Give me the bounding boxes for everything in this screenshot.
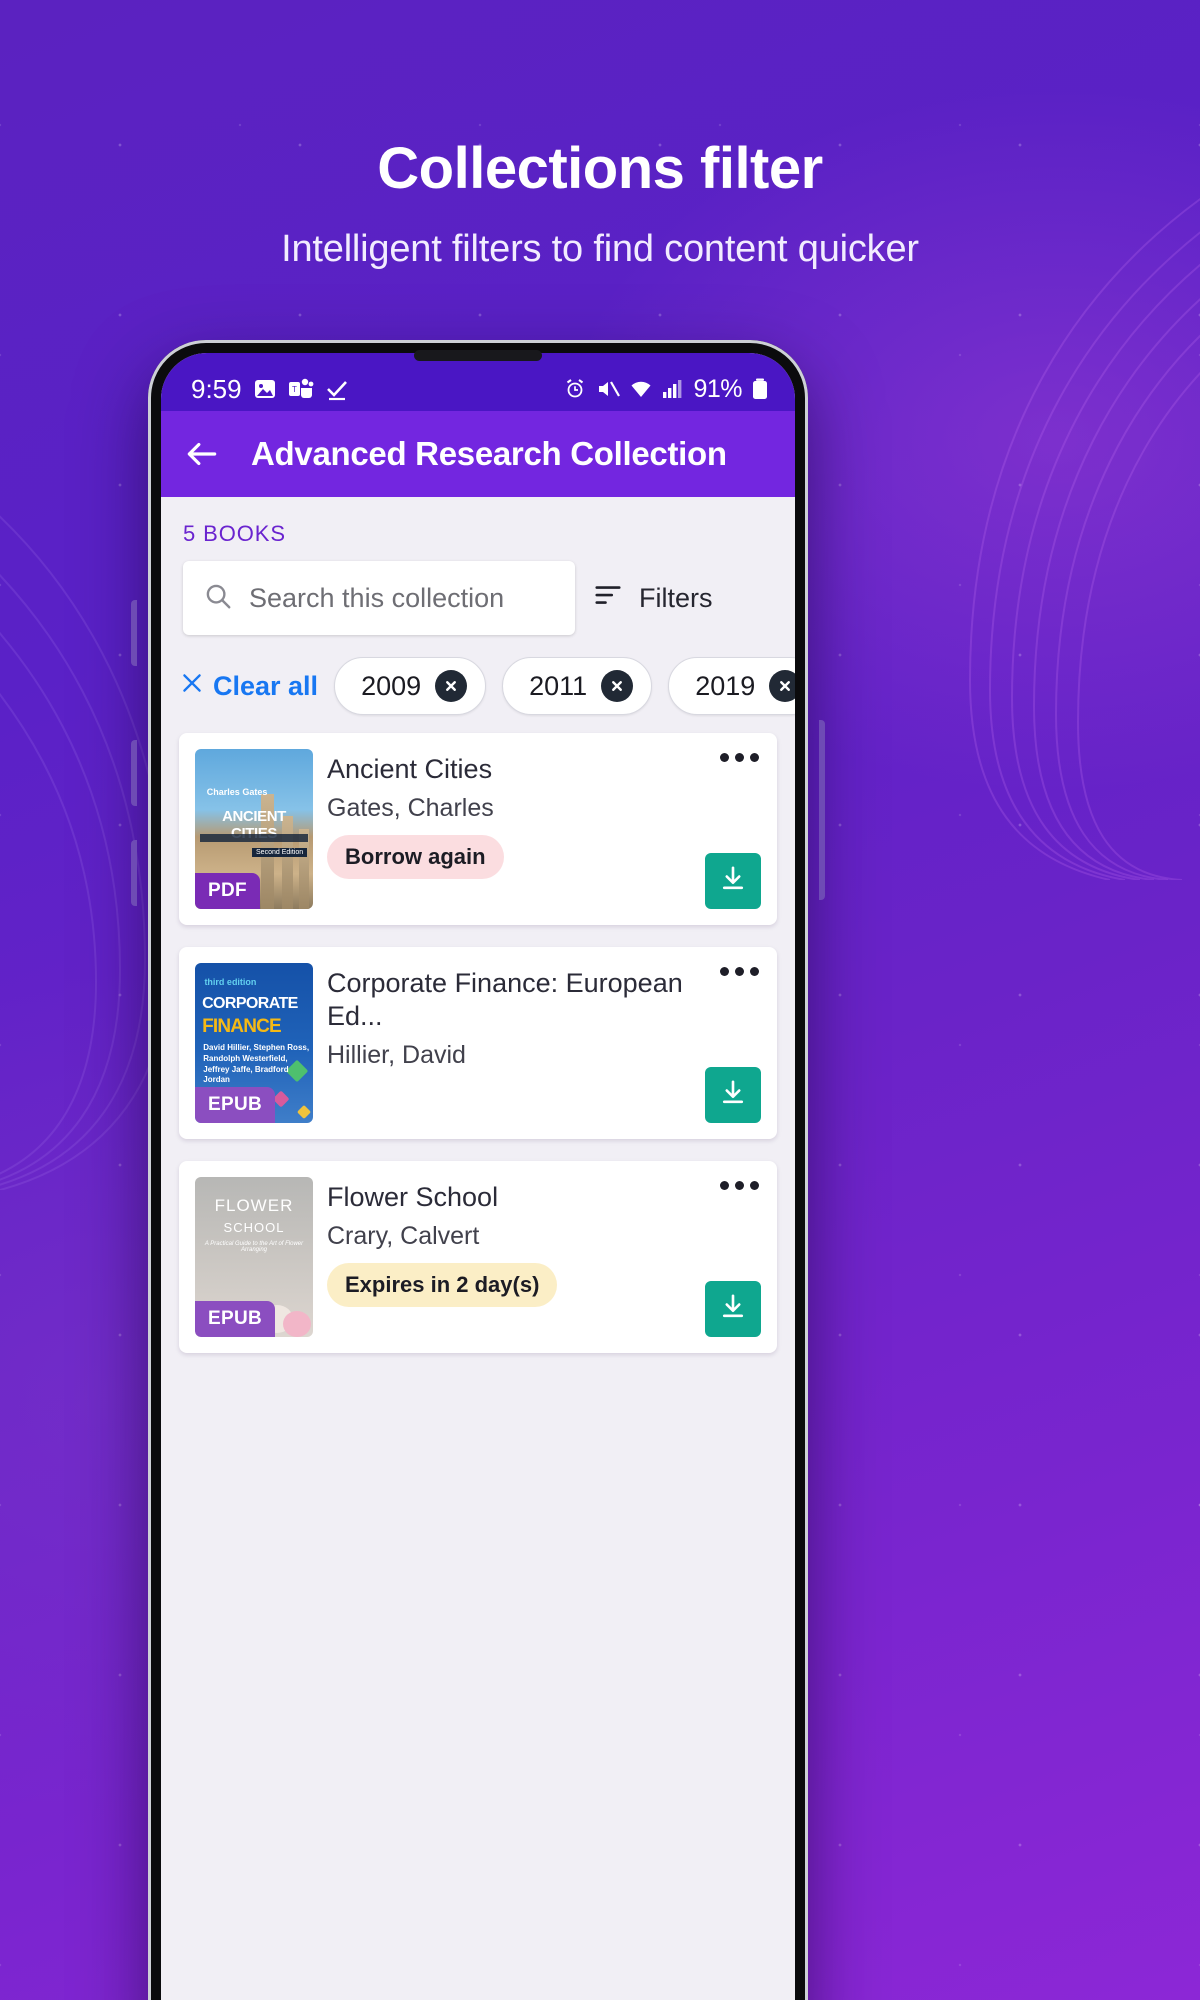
- table-row[interactable]: third edition CORPORATE FINANCE David Hi…: [179, 947, 777, 1139]
- table-row[interactable]: Charles Gates ANCIENT CITIES Second Edit…: [179, 733, 777, 925]
- teams-icon: T: [288, 377, 314, 401]
- search-placeholder: Search this collection: [249, 582, 505, 613]
- signal-icon: [662, 377, 682, 401]
- collection-content: 5 BOOKS Search this collection Filters C…: [161, 497, 795, 2000]
- app-bar-title: Advanced Research Collection: [251, 435, 727, 472]
- cover-subtitle-line: A Practical Guide to the Art of Flower A…: [204, 1241, 304, 1253]
- promo-page: Collections filter Intelligent filters t…: [0, 0, 1200, 2000]
- cover-subtitle-band: [199, 833, 309, 842]
- svg-text:T: T: [292, 385, 297, 394]
- book-title: Corporate Finance: European Ed...: [327, 968, 683, 1031]
- status-badge[interactable]: Expires in 2 day(s): [327, 1262, 558, 1307]
- chip-label: 2019: [695, 670, 756, 701]
- book-author: Crary, Calvert: [327, 1221, 480, 1250]
- cover-edition-line: third edition: [204, 977, 257, 988]
- chip-label: 2009: [361, 670, 422, 701]
- chip-remove-icon[interactable]: [601, 670, 634, 702]
- search-row: Search this collection Filters: [161, 547, 795, 635]
- wifi-icon: [629, 377, 653, 401]
- back-arrow-icon[interactable]: [183, 435, 221, 473]
- cover-title-line-1: FLOWER: [214, 1196, 294, 1216]
- page-subtitle: Intelligent filters to find content quic…: [281, 228, 919, 270]
- phone-screen: 9:59 T 91% Advanced Research Collection …: [161, 353, 795, 2000]
- chip-remove-icon[interactable]: [769, 670, 795, 702]
- battery-percent: 91%: [693, 374, 742, 403]
- image-icon: [253, 377, 277, 401]
- checkmark-icon: [325, 377, 349, 401]
- filters-button[interactable]: Filters: [591, 580, 713, 617]
- page-title: Collections filter: [377, 136, 823, 201]
- more-options-icon[interactable]: [720, 967, 759, 976]
- phone-volume-down-button[interactable]: [131, 740, 137, 806]
- more-options-icon[interactable]: [720, 753, 759, 762]
- filter-chip-2019[interactable]: 2019: [668, 657, 795, 715]
- book-cover-ancient-cities: Charles Gates ANCIENT CITIES Second Edit…: [195, 749, 313, 909]
- phone-assistant-button[interactable]: [131, 840, 137, 906]
- book-title: Ancient Cities: [327, 754, 493, 784]
- phone-mockup: 9:59 T 91% Advanced Research Collection …: [131, 340, 825, 2000]
- status-bar-left: 9:59 T: [191, 374, 349, 405]
- alarm-icon: [563, 377, 587, 401]
- cover-authors-line: David Hillier, Stephen Ross, Randolph We…: [203, 1043, 310, 1085]
- table-row[interactable]: FLOWER SCHOOL A Practical Guide to the A…: [179, 1161, 777, 1353]
- search-input[interactable]: Search this collection: [183, 561, 575, 635]
- phone-volume-up-button[interactable]: [131, 600, 137, 666]
- status-bar: 9:59 T 91%: [161, 353, 795, 411]
- status-badge[interactable]: Borrow again: [327, 834, 504, 879]
- status-bar-time: 9:59: [191, 373, 242, 404]
- format-badge: PDF: [195, 873, 260, 909]
- clear-all-label: Clear all: [213, 670, 319, 701]
- download-button[interactable]: [705, 1281, 761, 1337]
- book-cover-corporate-finance: third edition CORPORATE FINANCE David Hi…: [195, 963, 313, 1123]
- cover-author-line: Charles Gates: [206, 787, 268, 798]
- phone-speaker-notch: [414, 350, 542, 361]
- status-bar-right: 91%: [563, 375, 769, 404]
- cover-title-line-1: CORPORATE: [202, 995, 298, 1012]
- chip-label: 2011: [529, 670, 588, 701]
- download-icon: [718, 864, 748, 899]
- format-badge: EPUB: [195, 1087, 275, 1123]
- book-author: Gates, Charles: [327, 793, 494, 822]
- chip-remove-icon[interactable]: [435, 670, 468, 702]
- mute-icon: [596, 377, 621, 401]
- book-meta: Flower School Crary, Calvert Expires in …: [327, 1177, 761, 1337]
- download-button[interactable]: [705, 853, 761, 909]
- cover-title-line-2: FINANCE: [202, 1015, 282, 1037]
- more-options-icon[interactable]: [720, 1181, 759, 1190]
- book-list: Charles Gates ANCIENT CITIES Second Edit…: [161, 715, 795, 1353]
- book-meta: Corporate Finance: European Ed... Hillie…: [327, 963, 761, 1123]
- filter-sort-icon: [591, 580, 625, 617]
- download-icon: [718, 1078, 748, 1113]
- filters-label: Filters: [639, 582, 713, 613]
- book-cover-flower-school: FLOWER SCHOOL A Practical Guide to the A…: [195, 1177, 313, 1337]
- book-meta: Ancient Cities Gates, Charles Borrow aga…: [327, 749, 761, 909]
- phone-power-button[interactable]: [819, 720, 825, 900]
- format-badge: EPUB: [195, 1301, 275, 1337]
- download-icon: [718, 1292, 748, 1327]
- download-button[interactable]: [705, 1067, 761, 1123]
- book-title: Flower School: [327, 1182, 499, 1212]
- close-x-icon: [179, 670, 205, 703]
- battery-icon: [751, 377, 769, 401]
- filter-chip-row: Clear all 2009 2011 2019: [161, 635, 795, 715]
- cover-title-line-2: SCHOOL: [223, 1220, 285, 1236]
- clear-all-button[interactable]: Clear all: [179, 670, 318, 703]
- book-count-label: 5 BOOKS: [183, 521, 286, 546]
- cover-edition-line: Second Edition: [252, 848, 308, 858]
- filter-chip-2011[interactable]: 2011: [502, 657, 653, 715]
- filter-chip-2009[interactable]: 2009: [334, 657, 487, 715]
- hero-section: Collections filter Intelligent filters t…: [0, 0, 1200, 271]
- search-icon: [203, 581, 233, 616]
- book-author: Hillier, David: [327, 1040, 466, 1069]
- app-bar: Advanced Research Collection: [161, 411, 795, 497]
